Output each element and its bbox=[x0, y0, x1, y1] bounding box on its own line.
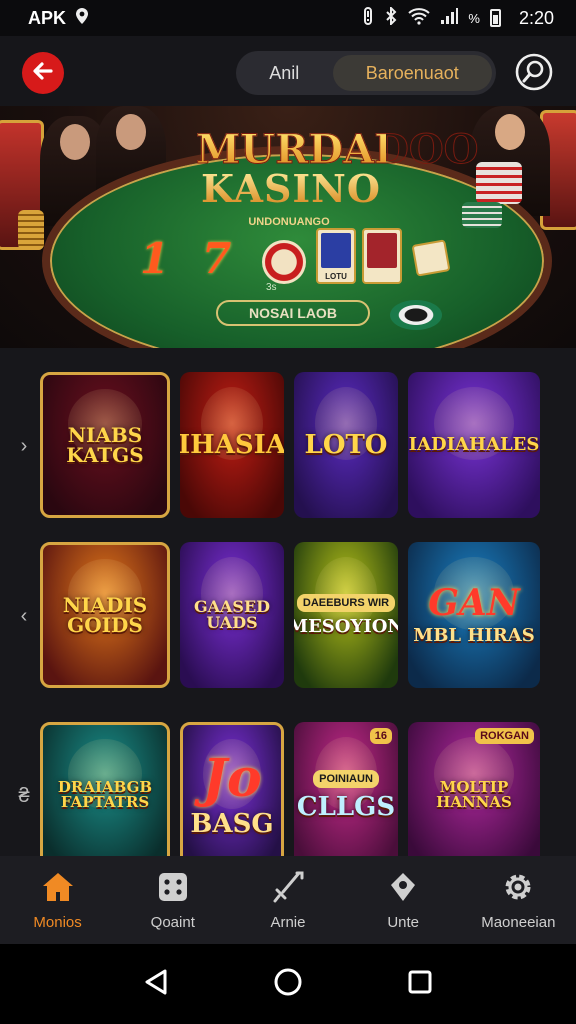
game-tile[interactable]: LOTO bbox=[294, 372, 398, 518]
game-tile-title: BASG bbox=[190, 809, 274, 839]
game-tile[interactable]: DAEEBURS WIR MESOYION bbox=[294, 542, 398, 688]
game-tile-corner-badge: ROKGAN bbox=[475, 728, 534, 744]
bottom-navigation: Monios Qoaint Arnie Unte Maoneeian bbox=[0, 856, 576, 944]
game-tile[interactable]: NIADIS GOIDS bbox=[40, 542, 170, 688]
game-tile[interactable]: IHASIA bbox=[180, 372, 284, 518]
bet-area-label: NOSAI LAOB bbox=[216, 300, 370, 326]
game-tile-title: DRAIABGB FAPTATRS bbox=[57, 778, 153, 811]
nav-item-arena[interactable]: Arnie bbox=[230, 856, 345, 944]
triangle-back-icon bbox=[143, 968, 169, 1001]
search-button[interactable] bbox=[512, 52, 556, 96]
nav-item-settings[interactable]: Maoneeian bbox=[461, 856, 576, 944]
game-tile[interactable]: DRAIABGB FAPTATRS bbox=[40, 722, 170, 856]
battery-icon bbox=[489, 9, 501, 27]
square-recents-icon bbox=[407, 969, 433, 1000]
nav-label-arena: Arnie bbox=[270, 913, 306, 931]
game-tile-title: MBL HIRAS bbox=[413, 625, 535, 646]
chip-stack-right bbox=[476, 162, 522, 204]
system-navigation-bar bbox=[0, 944, 576, 1024]
game-tile[interactable]: GAASED UADS bbox=[180, 542, 284, 688]
game-tile-title: LOTO bbox=[304, 430, 388, 460]
banner-number-2: 7 bbox=[202, 234, 232, 283]
gear-icon bbox=[501, 870, 535, 904]
search-icon bbox=[514, 52, 554, 97]
banner-title-line-1: MURDADOO bbox=[196, 126, 480, 173]
app-bar: Anil Baroenuaot bbox=[0, 36, 576, 106]
home-icon bbox=[41, 870, 75, 904]
dice-icon bbox=[156, 870, 190, 904]
bluetooth-icon bbox=[384, 5, 398, 30]
banner-number-1: 1 bbox=[140, 234, 170, 283]
system-back-button[interactable] bbox=[136, 964, 176, 1004]
clock: 2:20 bbox=[518, 7, 554, 28]
game-grid: › NIABS KATGS IHASIA LOTO IADIAHALES ‹ NIADIS … bbox=[0, 348, 576, 856]
game-tile-title: NIADIS GOIDS bbox=[62, 593, 148, 637]
nav-label-dice: Qoaint bbox=[150, 913, 195, 931]
game-tile-title: IADIAHALES bbox=[408, 434, 540, 455]
nav-label-home: Monios bbox=[33, 913, 82, 931]
row-scroll-arrow[interactable]: ‹ bbox=[14, 604, 34, 628]
game-tile-title: MOLTIP HANNAS bbox=[436, 778, 512, 811]
system-home-button[interactable] bbox=[268, 964, 308, 1004]
nav-item-home[interactable]: Monios bbox=[0, 856, 115, 944]
game-tile[interactable]: 16 POINIAUN CLLGS bbox=[294, 722, 398, 856]
carrier-label: APK bbox=[28, 7, 67, 28]
game-tile[interactable]: IADIAHALES bbox=[408, 372, 540, 518]
game-tile-corner-badge: 16 bbox=[369, 728, 392, 744]
game-tile-badge: POINIAUN bbox=[313, 770, 379, 788]
playing-card-1: LOTU bbox=[316, 228, 356, 284]
game-tile[interactable]: NIABS KATGS bbox=[40, 372, 170, 518]
location-icon bbox=[74, 7, 90, 30]
game-tile-badge: DAEEBURS WIR bbox=[296, 594, 396, 612]
circle-home-icon bbox=[273, 967, 303, 1002]
chip-on-table bbox=[390, 300, 442, 330]
promo-banner[interactable]: MURDADOO KASINO UNDONUANGO 1 7 LOTU 3s N… bbox=[0, 106, 576, 348]
banner-small-text: 3s bbox=[266, 282, 277, 293]
sword-icon bbox=[271, 870, 305, 904]
battery-text: % bbox=[468, 10, 480, 26]
chip-stack-green bbox=[462, 202, 502, 228]
row-scroll-arrow[interactable]: › bbox=[14, 434, 34, 458]
nav-item-dice[interactable]: Qoaint bbox=[115, 856, 230, 944]
game-tile-title: IHASIA bbox=[180, 430, 284, 460]
chip-stack-left bbox=[18, 210, 44, 250]
wifi-icon bbox=[408, 7, 431, 30]
playing-card-2 bbox=[362, 228, 402, 284]
banner-title: MURDADOO KASINO bbox=[196, 126, 480, 208]
banner-subtitle: UNDONUANGO bbox=[248, 216, 330, 228]
game-tile[interactable]: Jo BASG bbox=[180, 722, 284, 856]
playing-card-3 bbox=[411, 239, 451, 277]
signal-icon bbox=[440, 7, 459, 30]
segment-control: Anil Baroenuaot bbox=[236, 51, 496, 95]
alert-icon bbox=[362, 6, 374, 30]
segment-tab-2-selected[interactable]: Baroenuaot bbox=[332, 55, 492, 91]
badge-icon bbox=[386, 870, 420, 904]
game-tile-headline: GAN bbox=[428, 582, 520, 624]
game-tile-title: GAASED UADS bbox=[193, 597, 271, 632]
poker-chip bbox=[262, 240, 306, 284]
banner-title-line-2: KASINO bbox=[196, 170, 386, 208]
playing-card-label: LOTU bbox=[325, 272, 347, 281]
status-bar: APK % 2:20 bbox=[0, 0, 576, 36]
system-recents-button[interactable] bbox=[400, 964, 440, 1004]
arrow-left-icon bbox=[31, 59, 55, 88]
nav-item-unte[interactable]: Unte bbox=[346, 856, 461, 944]
game-tile[interactable]: ROKGAN MOLTIP HANNAS bbox=[408, 722, 540, 856]
game-tile-headline: Jo bbox=[202, 748, 262, 809]
game-tile-title: NIABS KATGS bbox=[66, 423, 144, 467]
row-scroll-arrow[interactable]: ₴ bbox=[14, 784, 34, 808]
game-tile[interactable]: GAN MBL HIRAS bbox=[408, 542, 540, 688]
game-tile-title: MESOYION bbox=[294, 616, 398, 637]
nav-label-unte: Unte bbox=[387, 913, 419, 931]
game-tile-title: CLLGS bbox=[296, 792, 396, 822]
nav-label-settings: Maoneeian bbox=[481, 913, 556, 931]
segment-tab-1[interactable]: Anil bbox=[236, 51, 333, 95]
back-button[interactable] bbox=[22, 52, 64, 94]
